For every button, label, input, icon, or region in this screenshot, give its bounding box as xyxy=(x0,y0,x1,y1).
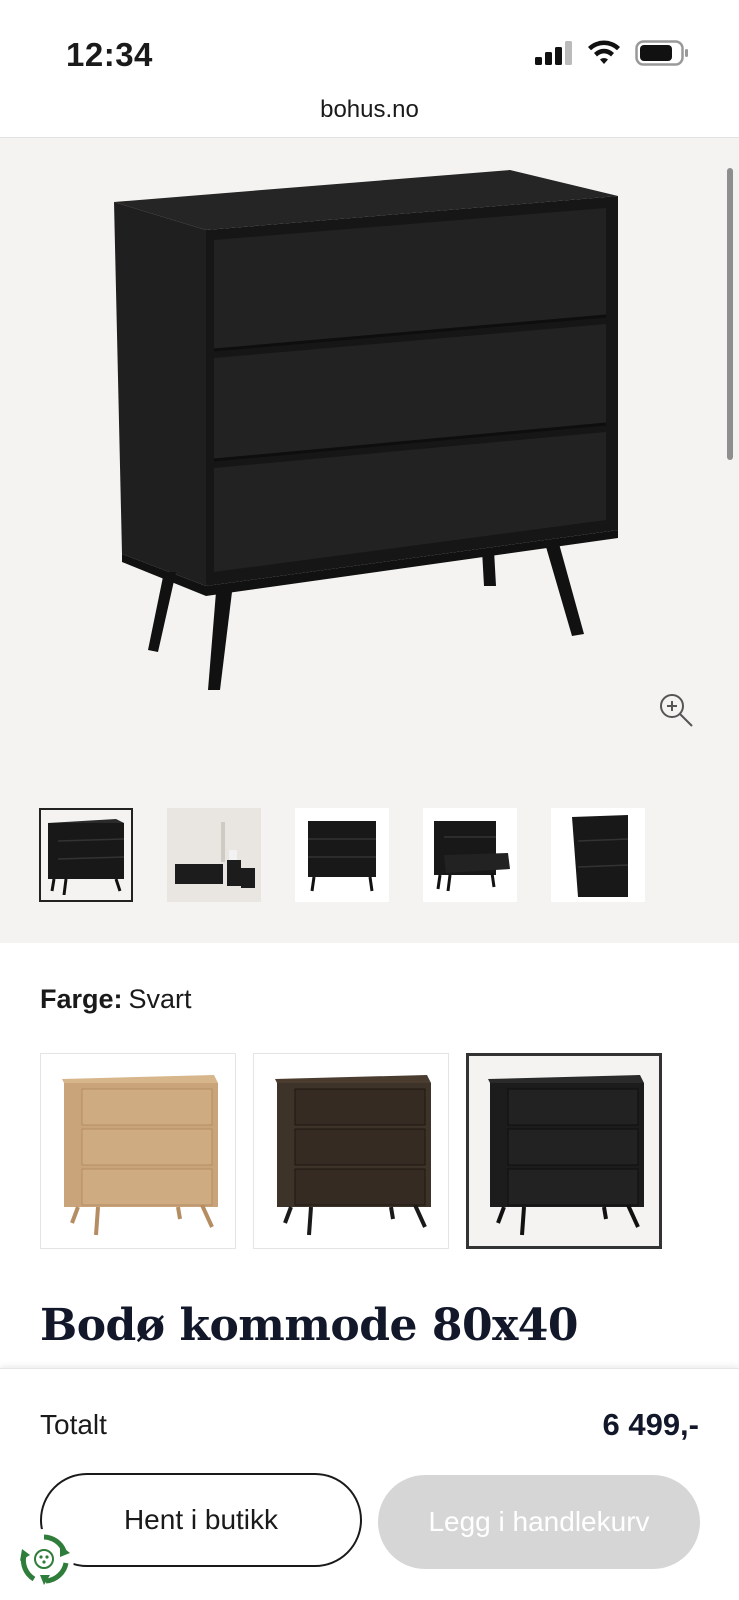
thumbnail-room-setting[interactable] xyxy=(167,808,261,902)
color-label-key: Farge: xyxy=(40,984,123,1014)
dresser-side-thumb-icon xyxy=(572,815,629,897)
swatch-dark-brown[interactable] xyxy=(253,1053,449,1249)
black-dresser-image[interactable] xyxy=(110,168,630,768)
dresser-thumb-icon xyxy=(48,819,125,895)
dresser-open-thumb-icon xyxy=(434,821,510,892)
swatch-black[interactable] xyxy=(466,1053,662,1249)
thumbnail-drawer-open[interactable] xyxy=(423,808,517,902)
add-to-cart-button[interactable]: Legg i handlekurv xyxy=(378,1475,700,1569)
oak-dresser-icon xyxy=(62,1075,218,1236)
eco-badge[interactable] xyxy=(14,1529,74,1589)
pickup-in-store-button[interactable]: Hent i butikk xyxy=(40,1473,362,1567)
thumbnail-front[interactable] xyxy=(295,808,389,902)
status-bar: 12:34 xyxy=(0,0,739,92)
color-label-value: Svart xyxy=(128,984,192,1014)
color-swatches xyxy=(40,1053,662,1249)
thumbnail-front-angle[interactable] xyxy=(39,808,133,902)
thumbnail-strip xyxy=(39,808,645,902)
status-icons xyxy=(535,40,689,66)
wifi-icon xyxy=(588,40,620,64)
product-title: Bodø kommode 80x40 xyxy=(40,1300,579,1351)
total-price: 6 499,- xyxy=(602,1407,699,1442)
product-gallery[interactable] xyxy=(0,138,739,943)
swatch-oak[interactable] xyxy=(40,1053,236,1249)
checkout-bar: Totalt 6 499,- Hent i butikk Legg i hand… xyxy=(0,1368,739,1600)
cellular-signal-icon xyxy=(535,41,572,65)
recycle-icon xyxy=(20,1534,70,1585)
scrollbar[interactable] xyxy=(727,168,733,460)
url-text: bohus.no xyxy=(320,96,419,123)
thumbnail-side[interactable] xyxy=(551,808,645,902)
battery-icon xyxy=(635,40,688,66)
zoom-in-icon[interactable] xyxy=(656,690,696,730)
total-label: Totalt xyxy=(40,1409,107,1440)
black-dresser-icon xyxy=(488,1075,644,1236)
color-label: Farge: Svart xyxy=(40,984,192,1015)
room-thumb-icon xyxy=(171,812,257,898)
brown-dresser-icon xyxy=(275,1075,431,1236)
status-time: 12:34 xyxy=(66,36,153,73)
url-bar[interactable]: bohus.no xyxy=(0,92,739,138)
dresser-front-thumb-icon xyxy=(308,821,376,892)
